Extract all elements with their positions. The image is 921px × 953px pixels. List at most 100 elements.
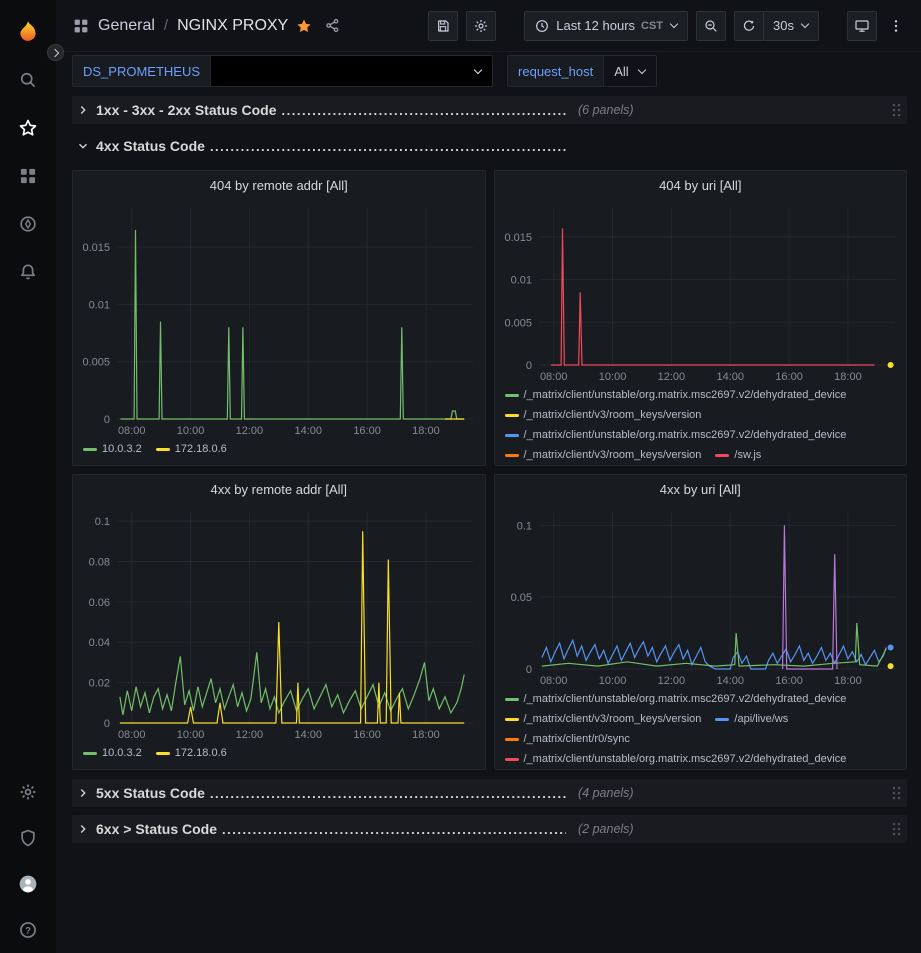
top-navigation-bar: General / NGINX PROXY bbox=[56, 0, 921, 52]
share-button[interactable] bbox=[322, 15, 343, 36]
row-title: 1xx - 3xx - 2xx Status Code bbox=[96, 102, 277, 118]
share-icon bbox=[324, 17, 341, 34]
sidebar-item-server-admin[interactable] bbox=[0, 815, 56, 861]
svg-text:12:00: 12:00 bbox=[657, 675, 685, 687]
row-1xx-3xx-2xx[interactable]: 1xx - 3xx - 2xx Status Code ............… bbox=[72, 96, 907, 124]
zoom-out-button[interactable] bbox=[696, 11, 726, 41]
svg-text:14:00: 14:00 bbox=[294, 425, 322, 437]
chart-canvas[interactable]: 08:0010:0012:0014:0016:0018:0000.0050.01… bbox=[73, 199, 485, 439]
row-5xx[interactable]: 5xx Status Code ........................… bbox=[72, 779, 907, 807]
row-title-dots: ........................................… bbox=[210, 139, 566, 154]
row-title: 4xx Status Code bbox=[96, 138, 205, 154]
refresh-interval-select[interactable]: 30s bbox=[763, 11, 819, 41]
sidebar-item-help[interactable]: ? bbox=[0, 907, 56, 953]
row-drag-handle[interactable] bbox=[891, 102, 901, 118]
legend-item[interactable]: /_matrix/client/unstable/org.matrix.msc2… bbox=[505, 387, 847, 404]
sidebar-item-configuration[interactable] bbox=[0, 769, 56, 815]
svg-text:0.1: 0.1 bbox=[95, 516, 110, 528]
chart-canvas[interactable]: 08:0010:0012:0014:0016:0018:0000.020.040… bbox=[73, 503, 485, 743]
legend-item[interactable]: /_matrix/client/unstable/org.matrix.msc2… bbox=[505, 751, 847, 768]
legend-item[interactable]: /api/live/ws bbox=[715, 711, 788, 728]
legend-label: 10.0.3.2 bbox=[102, 441, 142, 458]
panel-title[interactable]: 4xx by remote addr [All] bbox=[73, 475, 485, 503]
svg-text:10:00: 10:00 bbox=[598, 371, 626, 383]
bell-icon bbox=[18, 262, 38, 282]
tv-mode-button[interactable] bbox=[847, 11, 877, 41]
breadcrumb: General / NGINX PROXY bbox=[72, 15, 343, 36]
panel-title[interactable]: 404 by remote addr [All] bbox=[73, 171, 485, 199]
legend-item[interactable]: /_matrix/client/v3/room_keys/version bbox=[505, 407, 702, 424]
chevron-down-icon bbox=[801, 20, 809, 28]
more-options-button[interactable] bbox=[885, 11, 907, 41]
request-host-select[interactable]: All bbox=[604, 55, 656, 87]
row-drag-handle[interactable] bbox=[891, 785, 901, 801]
panel-title[interactable]: 4xx by uri [All] bbox=[495, 475, 907, 503]
svg-text:08:00: 08:00 bbox=[118, 425, 146, 437]
chevron-down-icon bbox=[76, 139, 90, 153]
panel-404-by-remote-addr: 404 by remote addr [All] 08:0010:0012:00… bbox=[72, 170, 486, 466]
chart-canvas[interactable]: 08:0010:0012:0014:0016:0018:0000.050.1 bbox=[495, 503, 907, 689]
datasource-select[interactable] bbox=[211, 55, 493, 87]
legend-swatch bbox=[83, 448, 97, 451]
dashboard-settings-button[interactable] bbox=[466, 11, 496, 41]
legend-label: /sw.js bbox=[734, 447, 761, 464]
dashboard-variables-bar: DS_PROMETHEUS request_host All bbox=[56, 52, 921, 90]
legend-item[interactable]: 10.0.3.2 bbox=[83, 745, 142, 762]
sidebar-expand-button[interactable] bbox=[47, 44, 64, 61]
legend-item[interactable]: /sw.js bbox=[715, 447, 761, 464]
legend-item[interactable]: 172.18.0.6 bbox=[156, 441, 227, 458]
variable-request-host: request_host All bbox=[507, 55, 657, 87]
variable-ds-prometheus: DS_PROMETHEUS bbox=[72, 55, 493, 87]
sidebar-item-dashboards[interactable] bbox=[0, 152, 56, 200]
save-icon bbox=[435, 18, 451, 34]
breadcrumb-page-title[interactable]: NGINX PROXY bbox=[177, 17, 288, 35]
legend-item[interactable]: /_matrix/client/unstable/org.matrix.msc2… bbox=[505, 427, 847, 444]
legend-label: /_matrix/client/unstable/org.matrix.msc2… bbox=[524, 427, 847, 444]
time-range-picker[interactable]: Last 12 hours CST bbox=[524, 11, 688, 41]
shield-icon bbox=[18, 828, 38, 848]
legend-item[interactable]: /_matrix/client/unstable/org.matrix.msc2… bbox=[505, 691, 847, 708]
dashboard-content: 1xx - 3xx - 2xx Status Code ............… bbox=[56, 90, 921, 843]
svg-text:18:00: 18:00 bbox=[412, 729, 440, 741]
legend-swatch bbox=[505, 698, 519, 701]
help-icon: ? bbox=[18, 920, 38, 940]
sidebar-item-alerting[interactable] bbox=[0, 248, 56, 296]
legend-item[interactable]: 10.0.3.2 bbox=[83, 441, 142, 458]
save-dashboard-button[interactable] bbox=[428, 11, 458, 41]
sidebar-item-profile[interactable] bbox=[0, 861, 56, 907]
refresh-button[interactable] bbox=[734, 11, 764, 41]
legend-swatch bbox=[505, 434, 519, 437]
row-title-dots: ........................................… bbox=[210, 786, 566, 801]
variable-label: request_host bbox=[507, 55, 604, 87]
legend-item[interactable]: 172.18.0.6 bbox=[156, 745, 227, 762]
sidebar-item-search[interactable] bbox=[0, 56, 56, 104]
row-4xx[interactable]: 4xx Status Code ........................… bbox=[72, 132, 907, 160]
favorite-star-icon[interactable] bbox=[296, 18, 312, 34]
chevron-down-icon bbox=[637, 65, 645, 73]
kebab-menu-icon bbox=[888, 18, 904, 34]
chevron-down-icon bbox=[670, 20, 678, 28]
svg-text:14:00: 14:00 bbox=[716, 371, 744, 383]
chart-canvas[interactable]: 08:0010:0012:0014:0016:0018:0000.0050.01… bbox=[495, 199, 907, 385]
svg-text:16:00: 16:00 bbox=[353, 425, 381, 437]
legend-swatch bbox=[83, 752, 97, 755]
row-drag-handle[interactable] bbox=[891, 821, 901, 837]
legend-item[interactable]: /_matrix/client/r0/sync bbox=[505, 731, 630, 748]
row-title-dots: ........................................… bbox=[282, 103, 566, 118]
chevron-right-icon bbox=[76, 103, 90, 117]
legend-item[interactable]: /_matrix/client/v3/room_keys/version bbox=[505, 711, 702, 728]
panel-title[interactable]: 404 by uri [All] bbox=[495, 171, 907, 199]
star-icon bbox=[18, 118, 38, 138]
legend-swatch bbox=[505, 758, 519, 761]
svg-text:10:00: 10:00 bbox=[598, 675, 626, 687]
legend-item[interactable]: /_matrix/client/v3/room_keys/version bbox=[505, 447, 702, 464]
legend-label: 10.0.3.2 bbox=[102, 745, 142, 762]
svg-text:18:00: 18:00 bbox=[412, 425, 440, 437]
sidebar-item-explore[interactable] bbox=[0, 200, 56, 248]
breadcrumb-section[interactable]: General bbox=[98, 17, 155, 35]
zoom-out-icon bbox=[703, 18, 719, 34]
breadcrumb-separator: / bbox=[164, 17, 168, 34]
sidebar-item-starred[interactable] bbox=[0, 104, 56, 152]
legend-swatch bbox=[505, 718, 519, 721]
row-6xx[interactable]: 6xx > Status Code ......................… bbox=[72, 815, 907, 843]
